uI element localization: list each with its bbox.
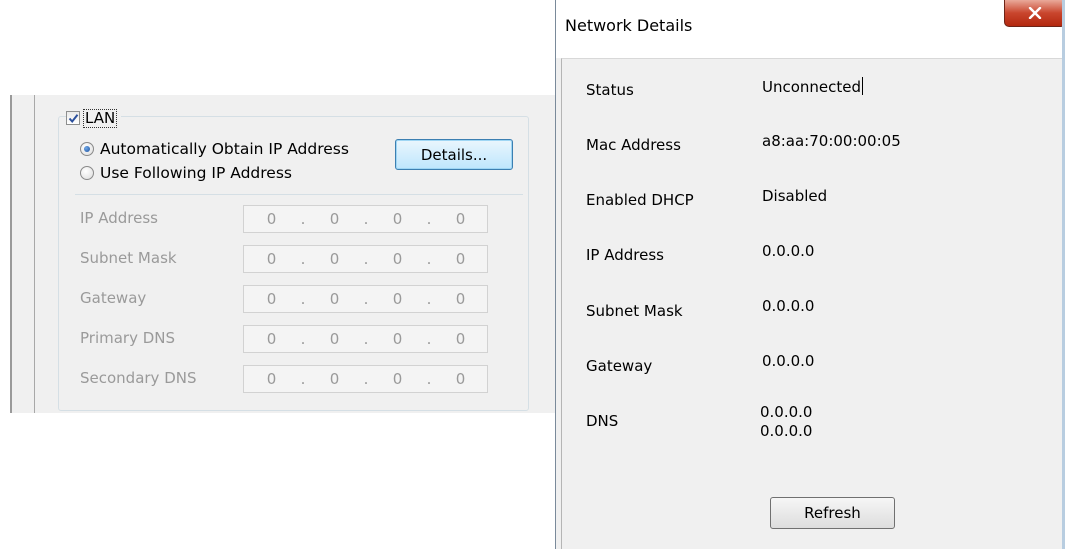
ip-field-label: IP Address	[80, 209, 158, 227]
ip-octet[interactable]: 0	[443, 290, 478, 308]
dns-label: DNS	[586, 412, 619, 430]
lan-checkbox-label: LAN	[83, 108, 118, 128]
ip-octet[interactable]: 0	[380, 370, 415, 388]
ip-row: IP Address 0. 0. 0. 0	[80, 205, 500, 235]
subnet-mask-value: 0.0.0.0	[762, 297, 815, 315]
checkmark-icon	[68, 113, 78, 123]
ip-octet[interactable]: 0	[443, 370, 478, 388]
ip-address-input[interactable]: 0. 0. 0. 0	[243, 285, 488, 313]
radio-manual-label: Use Following IP Address	[100, 164, 292, 182]
ip-address-input[interactable]: 0. 0. 0. 0	[243, 325, 488, 353]
mac-address-label: Mac Address	[586, 136, 681, 154]
octet-separator: .	[363, 370, 369, 388]
dns-value-primary: 0.0.0.0	[760, 403, 813, 421]
group-separator	[75, 194, 523, 195]
status-value-text: Unconnected	[762, 78, 862, 96]
ip-field-label: Primary DNS	[80, 329, 176, 347]
subnet-mask-label: Subnet Mask	[586, 302, 683, 320]
octet-separator: .	[426, 330, 432, 348]
ip-octet[interactable]: 0	[254, 290, 289, 308]
radio-auto-label: Automatically Obtain IP Address	[100, 140, 349, 158]
ip-address-input[interactable]: 0. 0. 0. 0	[243, 365, 488, 393]
dns-value-secondary: 0.0.0.0	[760, 422, 813, 440]
refresh-button[interactable]: Refresh	[770, 497, 895, 529]
ip-octet[interactable]: 0	[380, 290, 415, 308]
ip-field-label: Subnet Mask	[80, 249, 177, 267]
mac-address-value: a8:aa:70:00:00:05	[762, 132, 901, 150]
octet-separator: .	[426, 210, 432, 228]
close-icon	[1028, 7, 1042, 19]
ip-octet[interactable]: 0	[380, 330, 415, 348]
ip-octet[interactable]: 0	[317, 290, 352, 308]
octet-separator: .	[363, 210, 369, 228]
close-button[interactable]	[1004, 0, 1065, 27]
lan-settings-panel: LAN Automatically Obtain IP Address Use …	[10, 95, 556, 413]
radio-selected-icon[interactable]	[80, 142, 94, 156]
octet-separator: .	[300, 250, 306, 268]
dialog-titlebar: Network Details	[556, 0, 1065, 58]
gateway-value: 0.0.0.0	[762, 352, 815, 370]
radio-auto-obtain-ip[interactable]: Automatically Obtain IP Address	[80, 138, 349, 160]
status-label: Status	[586, 81, 634, 99]
octet-separator: .	[300, 290, 306, 308]
dhcp-label: Enabled DHCP	[586, 191, 694, 209]
radio-use-following-ip[interactable]: Use Following IP Address	[80, 162, 292, 184]
ip-octet[interactable]: 0	[254, 250, 289, 268]
ip-octet[interactable]: 0	[254, 370, 289, 388]
ip-address-label: IP Address	[586, 246, 664, 264]
network-details-dialog: Network Details Status Unconnected Mac A…	[555, 0, 1065, 549]
ip-octet[interactable]: 0	[443, 330, 478, 348]
radio-unselected-icon[interactable]	[80, 166, 94, 180]
ip-octet[interactable]: 0	[254, 210, 289, 228]
octet-separator: .	[300, 330, 306, 348]
lan-checkbox[interactable]	[66, 111, 80, 125]
gateway-label: Gateway	[586, 357, 653, 375]
panel-divider	[34, 95, 35, 413]
ip-address-input[interactable]: 0. 0. 0. 0	[243, 205, 488, 233]
lan-checkbox-row[interactable]: LAN	[66, 107, 122, 129]
octet-separator: .	[363, 330, 369, 348]
ip-octet[interactable]: 0	[317, 370, 352, 388]
octet-separator: .	[426, 370, 432, 388]
details-button[interactable]: Details...	[395, 139, 513, 170]
octet-separator: .	[300, 210, 306, 228]
ip-address-value: 0.0.0.0	[762, 242, 815, 260]
ip-octet[interactable]: 0	[317, 250, 352, 268]
ip-octet[interactable]: 0	[380, 210, 415, 228]
ip-octet[interactable]: 0	[443, 250, 478, 268]
ip-octet[interactable]: 0	[317, 210, 352, 228]
ip-row: Secondary DNS 0. 0. 0. 0	[80, 365, 500, 395]
ip-field-label: Secondary DNS	[80, 369, 197, 387]
ip-octet[interactable]: 0	[254, 330, 289, 348]
ip-octet[interactable]: 0	[317, 330, 352, 348]
dialog-title: Network Details	[565, 16, 693, 35]
octet-separator: .	[363, 290, 369, 308]
octet-separator: .	[363, 250, 369, 268]
status-value[interactable]: Unconnected	[762, 77, 864, 96]
ip-row: Primary DNS 0. 0. 0. 0	[80, 325, 500, 355]
text-caret	[862, 77, 864, 95]
octet-separator: .	[300, 370, 306, 388]
ip-row: Subnet Mask 0. 0. 0. 0	[80, 245, 500, 275]
ip-address-input[interactable]: 0. 0. 0. 0	[243, 245, 488, 273]
ip-field-label: Gateway	[80, 289, 147, 307]
ip-octet[interactable]: 0	[443, 210, 478, 228]
octet-separator: .	[426, 290, 432, 308]
ip-octet[interactable]: 0	[380, 250, 415, 268]
octet-separator: .	[426, 250, 432, 268]
dialog-body: Status Unconnected Mac Address a8:aa:70:…	[561, 58, 1063, 549]
dhcp-value: Disabled	[762, 187, 828, 205]
ip-row: Gateway 0. 0. 0. 0	[80, 285, 500, 315]
